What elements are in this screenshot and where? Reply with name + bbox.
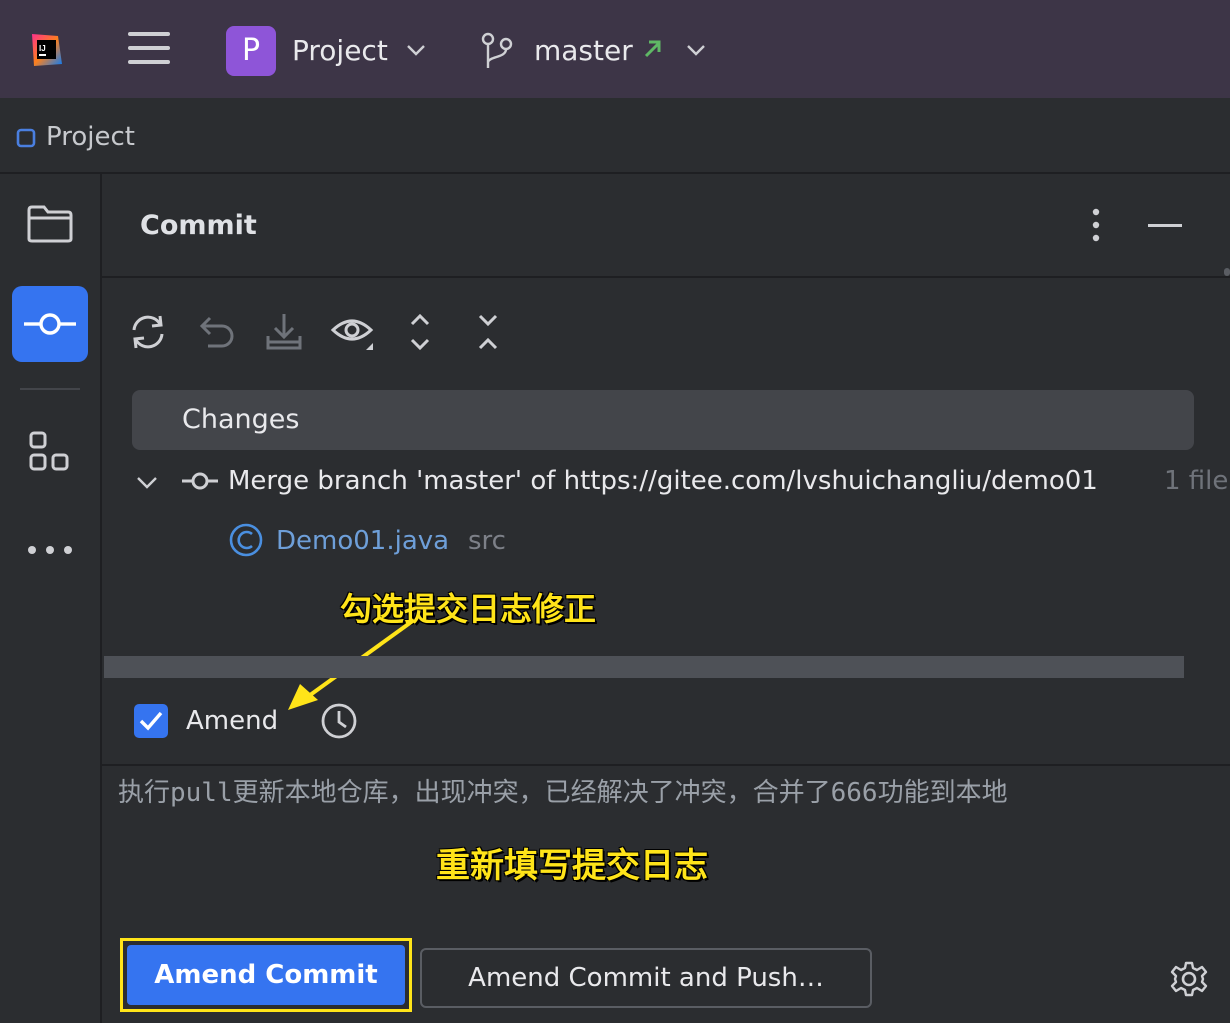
annotation-message-note: 重新填写提交日志 bbox=[436, 846, 708, 886]
structure-icon bbox=[29, 431, 69, 471]
intellij-logo-icon[interactable]: IJ bbox=[28, 32, 64, 68]
panel-title: Commit bbox=[140, 210, 257, 241]
project-tool-label[interactable]: Project bbox=[46, 122, 135, 152]
rollback-icon[interactable] bbox=[194, 310, 238, 354]
outgoing-arrow-icon bbox=[644, 40, 661, 58]
rail-more-button[interactable] bbox=[12, 512, 88, 588]
rail-project-button[interactable] bbox=[12, 186, 88, 262]
rail-commit-button[interactable] bbox=[12, 286, 88, 362]
project-badge[interactable]: P bbox=[226, 26, 276, 76]
commit-node-icon bbox=[182, 472, 218, 490]
tree-row-file[interactable]: Demo01.java src bbox=[228, 522, 628, 562]
folder-icon bbox=[27, 205, 73, 243]
branch-selector[interactable]: master bbox=[534, 34, 633, 67]
tree-row-merge-commit[interactable]: Merge branch 'master' of https://gitee.c… bbox=[132, 462, 1230, 502]
commit-message-text[interactable]: 执行pull更新本地仓库，出现冲突，已经解决了冲突，合并了666功能到本地 bbox=[118, 772, 1008, 809]
amend-commit-button[interactable]: Amend Commit bbox=[127, 945, 405, 1005]
amend-commit-and-push-button[interactable]: Amend Commit and Push… bbox=[420, 948, 872, 1008]
java-class-icon bbox=[229, 523, 263, 557]
changes-group-header[interactable]: Changes bbox=[132, 390, 1194, 450]
commit-icon bbox=[24, 313, 76, 335]
splitter-handle[interactable] bbox=[104, 656, 1184, 678]
svg-text:IJ: IJ bbox=[39, 44, 46, 53]
project-square-icon bbox=[16, 128, 36, 148]
header-divider bbox=[102, 276, 1230, 278]
file-count: 1 file bbox=[1164, 466, 1229, 496]
chevron-down-icon[interactable] bbox=[406, 40, 426, 60]
tool-window-rail bbox=[0, 174, 102, 1023]
expand-all-icon[interactable] bbox=[398, 310, 442, 354]
rail-separator bbox=[20, 388, 80, 390]
changes-label: Changes bbox=[182, 404, 300, 435]
checkmark-icon bbox=[139, 711, 163, 731]
update-icon[interactable] bbox=[262, 310, 306, 354]
highlight-frame: Amend Commit bbox=[120, 938, 412, 1012]
title-bar: IJ P Project master bbox=[0, 0, 1230, 100]
amend-checkbox[interactable] bbox=[134, 704, 168, 738]
amend-label[interactable]: Amend bbox=[186, 706, 278, 736]
more-horizontal-icon bbox=[28, 546, 72, 554]
scrollbar-thumb[interactable] bbox=[1224, 268, 1230, 276]
minimize-icon[interactable] bbox=[1148, 224, 1182, 227]
chevron-down-icon[interactable] bbox=[686, 40, 706, 60]
file-name: Demo01.java bbox=[276, 526, 450, 556]
collapse-all-icon[interactable] bbox=[466, 310, 510, 354]
refresh-icon[interactable] bbox=[126, 310, 170, 354]
project-selector[interactable]: Project bbox=[292, 34, 388, 67]
file-directory: src bbox=[468, 526, 506, 556]
options-kebab-icon[interactable] bbox=[1092, 208, 1100, 242]
project-tool-strip: Project bbox=[0, 102, 1230, 174]
gear-icon[interactable] bbox=[1170, 960, 1208, 998]
preview-eye-icon[interactable] bbox=[330, 310, 374, 354]
main-menu-icon[interactable] bbox=[128, 28, 170, 70]
chevron-down-icon[interactable] bbox=[136, 472, 158, 494]
history-clock-icon[interactable] bbox=[320, 702, 358, 740]
git-branch-icon[interactable] bbox=[480, 32, 514, 70]
merge-commit-message: Merge branch 'master' of https://gitee.c… bbox=[228, 466, 1098, 496]
commit-panel: Commit Changes Merge branch 'master' of … bbox=[102, 174, 1230, 1023]
rail-structure-button[interactable] bbox=[12, 412, 88, 488]
